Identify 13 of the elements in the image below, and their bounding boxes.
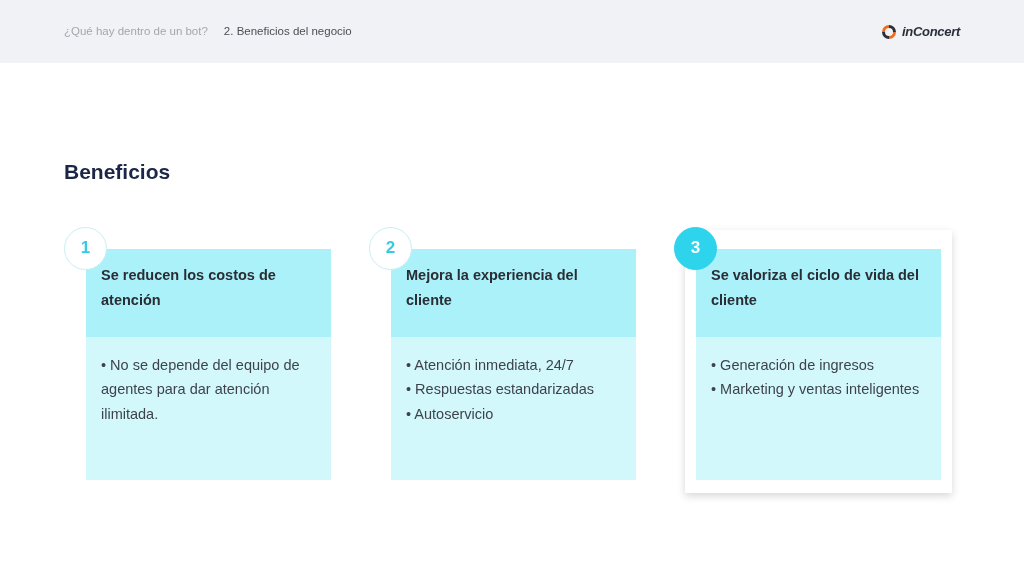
step-number: 3	[674, 226, 717, 270]
section-title: Beneficios	[64, 159, 172, 185]
step-number: 1	[64, 226, 107, 270]
bullet-text: • Generación de ingresos	[711, 355, 876, 375]
bullet-text: • Autoservicio	[406, 404, 495, 424]
bullet-text: • Marketing y ventas inteligentes	[711, 380, 921, 399]
bullet-text: • Respuestas estandarizadas	[406, 380, 596, 399]
bullet-text: • Atención inmediata, 24/7	[406, 355, 575, 375]
logo-icon	[880, 23, 898, 40]
bullet-text: • No se depende del equipo de agentes para dar atención ilimitada.	[101, 355, 301, 424]
step-number: 2	[369, 226, 412, 270]
breadcrumb-item[interactable]: 2. Beneficios del negocio	[223, 22, 352, 41]
logo-text: inConcert	[902, 22, 960, 41]
